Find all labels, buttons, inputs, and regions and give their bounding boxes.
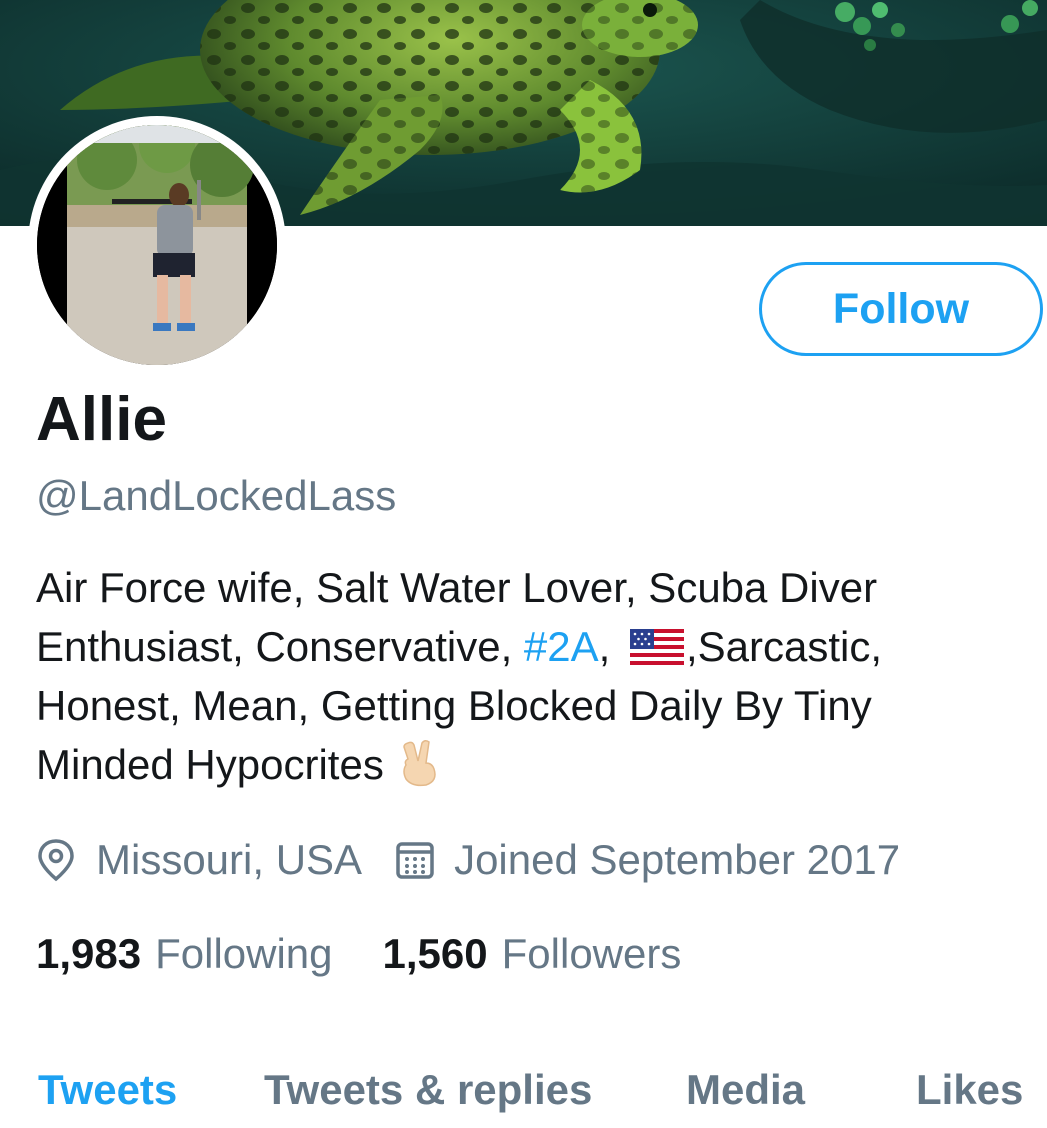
follow-button-label: Follow [832, 284, 970, 333]
location-text: Missouri, USA [96, 836, 363, 883]
following-link[interactable]: 1,983 Following [36, 930, 333, 978]
us-flag-emoji-icon [629, 629, 684, 665]
profile-meta: Missouri, USA Joined September 2017 [36, 832, 900, 888]
bio-text: , [598, 623, 622, 670]
followers-label: Followers [501, 930, 682, 977]
tab-media[interactable]: Media [686, 1066, 805, 1114]
profile-tabs: Tweets Tweets & replies Media Likes [0, 1060, 1047, 1128]
followers-count: 1,560 [382, 930, 488, 977]
tab-likes[interactable]: Likes [916, 1066, 1023, 1114]
location-item: Missouri, USA [36, 836, 362, 884]
avatar-photo [37, 125, 277, 365]
followers-link[interactable]: 1,560 Followers [383, 930, 682, 978]
follow-button[interactable]: Follow [759, 262, 1043, 356]
victory-hand-emoji-icon [403, 739, 436, 787]
hashtag-link[interactable]: #2A [524, 623, 599, 670]
bio-text: Enthusiast, Conservative, [36, 623, 524, 670]
bio-text: ,Sarcastic, [685, 623, 883, 670]
bio-line: Enthusiast, Conservative, #2A, ,Sarcasti… [36, 617, 996, 676]
location-pin-icon [38, 839, 74, 882]
joined-item: Joined September 2017 [396, 836, 900, 884]
tab-tweets[interactable]: Tweets [38, 1066, 177, 1114]
bio-line: Minded Hypocrites [36, 735, 996, 794]
bio-text: Minded Hypocrites [36, 741, 384, 788]
profile-bio: Air Force wife, Salt Water Lover, Scuba … [36, 558, 996, 794]
following-count: 1,983 [36, 930, 142, 977]
bio-line: Air Force wife, Salt Water Lover, Scuba … [36, 564, 878, 611]
profile-avatar[interactable] [28, 116, 286, 374]
calendar-icon [396, 842, 434, 879]
profile-stats: 1,983 Following 1,560 Followers [36, 924, 681, 984]
bio-line: Honest, Mean, Getting Blocked Daily By T… [36, 682, 872, 729]
profile-handle: @LandLockedLass [36, 472, 397, 519]
tab-tweets-and-replies[interactable]: Tweets & replies [264, 1066, 592, 1114]
profile-name: Allie [36, 385, 167, 454]
joined-text: Joined September 2017 [454, 836, 901, 883]
following-label: Following [155, 930, 333, 977]
